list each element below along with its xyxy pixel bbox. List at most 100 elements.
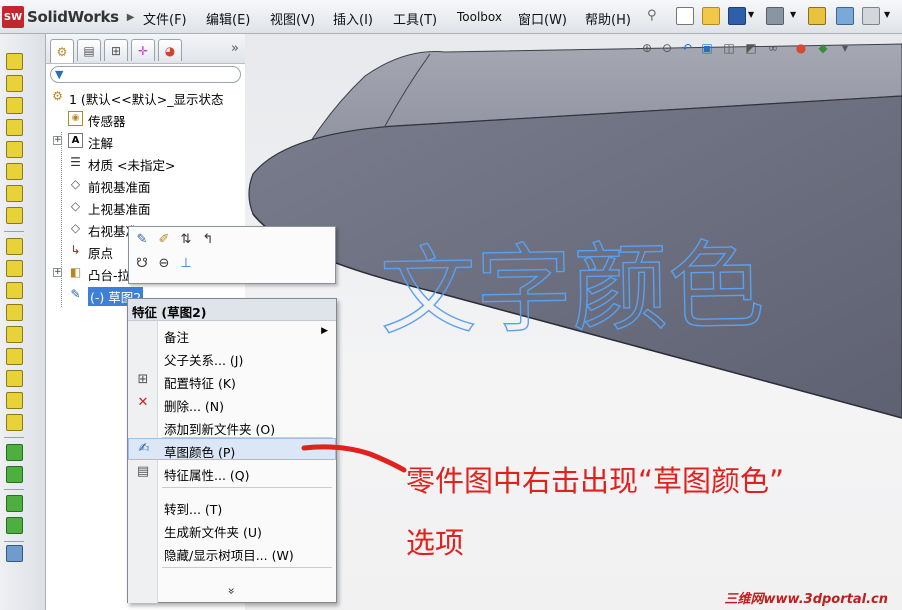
intersect-icon[interactable] <box>6 414 23 431</box>
section-view-icon[interactable]: ▣ <box>699 40 715 56</box>
menu-item-add-to-folder[interactable]: 添加到新文件夹 (O) <box>128 415 336 437</box>
menu-toolbox[interactable]: Toolbox <box>457 10 502 24</box>
rollback-icon[interactable]: ↰ <box>199 231 217 249</box>
menu-help[interactable]: 帮助(H) <box>585 9 631 28</box>
menu-item-go-to[interactable]: 转到... (T) <box>128 495 336 517</box>
fillet-icon[interactable] <box>6 238 23 255</box>
expand-menu-icon[interactable]: » <box>225 587 239 594</box>
scene-icon[interactable]: ◆ <box>815 40 831 56</box>
normal-to-icon[interactable]: ⊥ <box>177 255 195 273</box>
menu-file[interactable]: 文件(F) <box>143 9 187 28</box>
tree-item-front-plane[interactable]: ◇ 前视基准面 <box>46 175 245 195</box>
menu-item-hide-show-tree[interactable]: 隐藏/显示树项目... (W) <box>128 541 336 563</box>
menu-view[interactable]: 视图(V) <box>270 9 315 28</box>
chevron-down-icon[interactable]: ▼ <box>790 10 796 19</box>
draft-icon[interactable] <box>6 326 23 343</box>
tree-root[interactable]: ⚙ 1 (默认<<默认>_显示状态 <box>46 87 245 107</box>
sketch-icon: ✎ <box>70 287 81 301</box>
options-icon[interactable] <box>836 7 854 25</box>
shell-icon[interactable] <box>6 304 23 321</box>
tree-item-top-plane[interactable]: ◇ 上视基准面 <box>46 197 245 217</box>
display-style-icon[interactable]: ◩ <box>743 40 759 56</box>
graphics-area[interactable]: 文字颜色 ⊕ ⊙ ↶ ▣ ◫ ◩ ∞ ● ◆ ▾ <box>245 34 902 610</box>
separator <box>4 541 24 542</box>
circular-pattern-icon[interactable] <box>6 466 23 483</box>
hide-icon[interactable]: ☋ <box>133 255 151 273</box>
menu-item-comment[interactable]: 备注 ▶ <box>128 323 336 345</box>
swept-cut-icon[interactable] <box>6 207 23 224</box>
tab-property-manager[interactable]: ▤ <box>77 39 101 61</box>
print-icon[interactable] <box>766 7 784 25</box>
chevron-down-icon[interactable]: ▼ <box>748 10 754 19</box>
menu-item-parent-child[interactable]: 父子关系... (J) <box>128 346 336 368</box>
menu-item-configure-feature[interactable]: ⊞ 配置特征 (K) <box>128 369 336 391</box>
instant3d-icon[interactable] <box>6 545 23 562</box>
open-folder-icon[interactable] <box>702 7 720 25</box>
chevron-down-icon[interactable]: ▼ <box>884 10 890 19</box>
edit-sketch-icon[interactable]: ✎ <box>133 231 151 249</box>
expand-panel-icon[interactable]: » <box>231 41 239 56</box>
boundary-icon[interactable] <box>6 141 23 158</box>
edit-appearance-icon[interactable]: ● <box>793 40 809 56</box>
tree-item-sensors[interactable]: ◉ 传感器 <box>46 109 245 129</box>
revolve-cut-icon[interactable] <box>6 185 23 202</box>
zoom-to-selection-icon[interactable]: ⊖ <box>155 255 173 273</box>
extrude-icon: ◧ <box>69 265 82 279</box>
sketch-relations-icon[interactable]: ⇅ <box>177 231 195 249</box>
wrap-icon[interactable] <box>6 392 23 409</box>
edit-feature-icon[interactable]: ✐ <box>155 231 173 249</box>
revolve-boss-icon[interactable] <box>6 75 23 92</box>
hide-show-icon[interactable]: ∞ <box>765 40 781 56</box>
zoom-area-icon[interactable]: ⊙ <box>659 40 675 56</box>
origin-icon: ↳ <box>70 243 81 257</box>
reference-geometry-icon[interactable] <box>6 495 23 512</box>
linear-pattern-icon[interactable] <box>6 444 23 461</box>
previous-view-icon[interactable]: ↶ <box>679 40 695 56</box>
menu-tools[interactable]: 工具(T) <box>393 9 437 28</box>
select-icon[interactable] <box>862 7 880 25</box>
properties-icon: ▤ <box>136 464 150 479</box>
hole-wizard-icon[interactable] <box>6 348 23 365</box>
new-document-icon[interactable] <box>676 7 694 25</box>
annotation-stroke <box>301 444 407 473</box>
menu-item-delete[interactable]: ✕ 删除... (N) <box>128 392 336 414</box>
tree-filter-input[interactable]: ▼ <box>50 66 241 83</box>
separator <box>4 437 24 438</box>
menu-item-new-folder[interactable]: 生成新文件夹 (U) <box>128 518 336 540</box>
save-icon[interactable] <box>728 7 746 25</box>
separator <box>4 231 24 232</box>
annotation-line-1: 零件图中右击出现“草图颜色” <box>406 464 785 498</box>
pin-icon[interactable]: ⚲ <box>647 8 657 23</box>
rebuild-icon[interactable] <box>808 7 826 25</box>
submenu-arrow-icon: ▶ <box>321 326 328 336</box>
part-icon: ⚙ <box>52 89 63 103</box>
tab-display-manager[interactable]: ◕ <box>158 39 182 61</box>
chevron-right-icon: ▶ <box>126 11 135 23</box>
view-settings-icon[interactable]: ▾ <box>837 40 853 56</box>
command-toolbar <box>0 34 46 610</box>
menu-window[interactable]: 窗口(W) <box>518 9 567 28</box>
sweep-icon[interactable] <box>6 97 23 114</box>
tree-item-material[interactable]: ☰ 材质 <未指定> <box>46 153 245 173</box>
feature-tree-icon: ⚙ <box>56 44 68 59</box>
rib-icon[interactable] <box>6 282 23 299</box>
expand-icon[interactable]: + <box>53 136 62 145</box>
expand-icon[interactable]: + <box>53 268 62 277</box>
extrude-boss-icon[interactable] <box>6 53 23 70</box>
menu-insert[interactable]: 插入(I) <box>333 9 373 28</box>
tab-dimxpert[interactable]: ✛ <box>131 39 155 61</box>
chamfer-icon[interactable] <box>6 260 23 277</box>
tab-configuration-manager[interactable]: ⊞ <box>104 39 128 61</box>
sketch-text[interactable]: 文字颜色 <box>378 229 765 349</box>
zoom-to-fit-icon[interactable]: ⊕ <box>639 40 655 56</box>
dome-icon[interactable] <box>6 370 23 387</box>
view-orientation-icon[interactable]: ◫ <box>721 40 737 56</box>
loft-icon[interactable] <box>6 119 23 136</box>
tab-feature-manager[interactable]: ⚙ <box>50 39 74 63</box>
app-logo[interactable]: SW SolidWorks ▶ <box>2 4 134 30</box>
extrude-cut-icon[interactable] <box>6 163 23 180</box>
curves-icon[interactable] <box>6 517 23 534</box>
menu-edit[interactable]: 编辑(E) <box>206 9 250 28</box>
tree-item-annotations[interactable]: + A 注解 <box>46 131 245 151</box>
sketch-color-icon: ✍ <box>138 441 150 456</box>
